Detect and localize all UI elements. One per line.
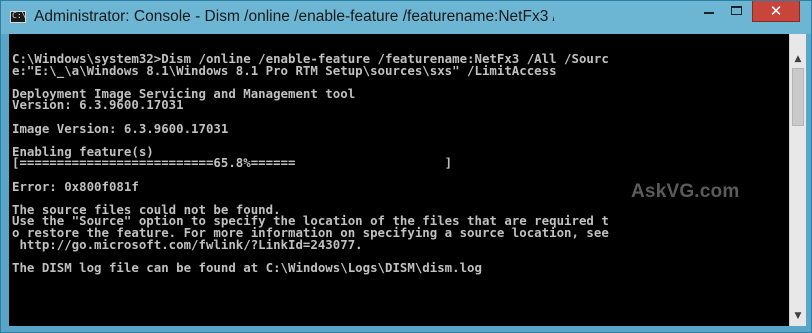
scrollbar-thumb[interactable] <box>792 68 804 126</box>
close-button[interactable]: ✕ <box>752 1 800 22</box>
console-window: C:\ Administrator: Console - Dism /onlin… <box>0 0 812 333</box>
maximize-button[interactable] <box>723 1 751 22</box>
console-line: Error: 0x800f081f <box>12 178 139 194</box>
console-line: Version: 6.3.9600.17031 <box>12 97 184 113</box>
console-line: The DISM log file can be found at C:\Win… <box>12 259 482 275</box>
console-app-icon-text: C:\ <box>12 11 27 20</box>
maximize-icon <box>731 6 742 15</box>
window-title: Administrator: Console - Dism /online /e… <box>34 8 554 25</box>
console-line: Image Version: 6.3.9600.17031 <box>12 120 229 136</box>
console-app-icon[interactable]: C:\ <box>10 11 26 23</box>
close-icon: ✕ <box>769 2 783 20</box>
minimize-icon <box>704 12 714 14</box>
watermark-askvg: AskVG.com <box>631 181 740 202</box>
console-line: http://go.microsoft.com/fwlink/?LinkId=2… <box>19 236 363 252</box>
console-output-area[interactable]: C:\Windows\system32>Dism /online /enable… <box>9 34 789 326</box>
console-text: C:\Windows\system32>Dism /online /enable… <box>12 52 609 275</box>
scroll-down-arrow-icon[interactable]: ▼ <box>790 308 806 324</box>
console-line: [==========================65.8%====== ] <box>12 155 453 171</box>
minimize-button[interactable] <box>695 1 723 22</box>
title-bar[interactable]: C:\ Administrator: Console - Dism /onlin… <box>1 1 811 35</box>
scroll-up-arrow-icon[interactable]: ▲ <box>790 51 806 67</box>
console-line: e:"E:\_\a\Windows 8.1\Windows 8.1 Pro RT… <box>12 62 557 78</box>
vertical-scrollbar[interactable]: ▲ ▼ <box>789 34 806 326</box>
